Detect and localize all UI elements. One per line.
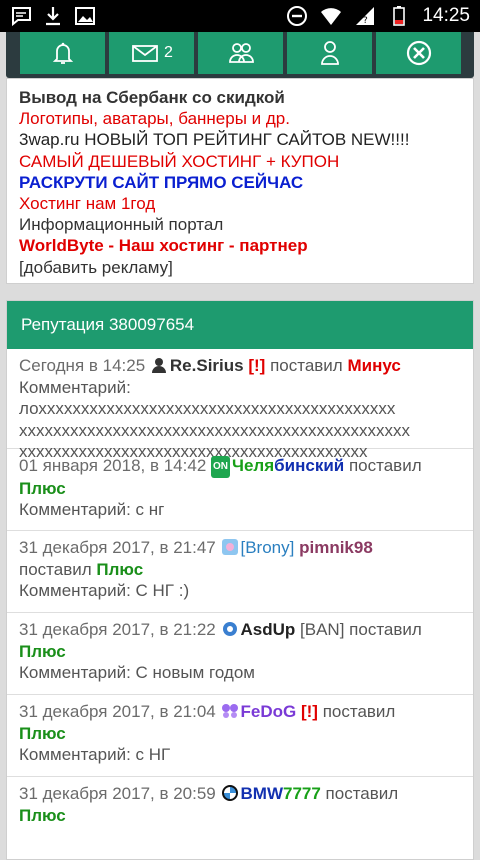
user-link[interactable]: FeDoG	[241, 702, 297, 721]
user-link-part[interactable]: 7777	[283, 784, 321, 803]
pony-avatar-icon	[221, 539, 238, 555]
ad-link[interactable]: РАСКРУТИ САЙТ ПРЯМО СЕЙЧАС	[19, 172, 461, 193]
envelope-icon	[132, 45, 158, 62]
reputation-entry: Сегодня в 14:25 Re.Sirius [!] поставил М…	[7, 349, 473, 461]
comment-text: лохххххххххххххххххххххххххххххххххххххх…	[19, 399, 396, 418]
reputation-entry: 31 декабря 2017, в 21:22 AsdUp [BAN] пос…	[7, 613, 473, 695]
comment-text: Комментарий: С НГ :)	[19, 581, 190, 600]
ad-link[interactable]: WorldByte - Наш хостинг - партнер	[19, 235, 461, 256]
ad-link[interactable]: Логотипы, аватары, баннеры и др.	[19, 108, 461, 129]
user-link-part[interactable]: BMW	[241, 784, 283, 803]
entry-action: поставил	[325, 784, 399, 803]
comment-text: Комментарий: с нг	[19, 500, 165, 519]
message-notification-icon	[12, 7, 31, 27]
flag-badge: [!]	[248, 356, 266, 375]
bell-icon	[52, 42, 73, 64]
entry-date: 31 декабря 2017, в 21:22	[19, 620, 216, 639]
wifi-icon	[321, 8, 342, 25]
reputation-entry: 31 декабря 2017, в 21:04 FeDoG [!] поста…	[7, 695, 473, 777]
reputation-title: Репутация 380097654	[7, 301, 473, 349]
flag-badge: [!]	[300, 702, 318, 721]
user-link-part[interactable]: Челя	[232, 456, 274, 475]
friends-button[interactable]	[198, 32, 283, 74]
ad-link[interactable]: Вывод на Сбербанк со скидкой	[19, 87, 461, 108]
reputation-panel: Репутация 380097654 Сегодня в 14:25 Re.S…	[6, 300, 474, 860]
add-ad-link[interactable]: [добавить рекламу]	[19, 257, 461, 278]
image-notification-icon	[75, 7, 95, 25]
vote-plus: Плюс	[96, 559, 144, 579]
user-link[interactable]: AsdUp	[241, 620, 296, 639]
status-bar: ? 14:25	[0, 0, 480, 32]
comment-text: Комментарий: с НГ	[19, 745, 171, 764]
reputation-entry: 31 декабря 2017, в 21:47 [Brony] pimnik9…	[7, 531, 473, 613]
user-icon	[320, 41, 339, 65]
signal-icon: ?	[356, 7, 375, 26]
notifications-button[interactable]	[20, 32, 105, 74]
comment-label: Комментарий:	[19, 377, 131, 397]
do-not-disturb-icon	[287, 6, 308, 26]
ad-link[interactable]: САМЫЙ ДЕШЕВЫЙ ХОСТИНГ + КУПОН	[19, 151, 461, 172]
battery-icon	[393, 6, 406, 26]
vote-minus: Минус	[347, 356, 401, 375]
entry-date: 01 января 2018, в 14:42	[19, 456, 207, 475]
entry-action: поставил	[322, 702, 396, 721]
profile-button[interactable]	[287, 32, 372, 74]
comment-text: хххххххххххххххххххххххххххххххххххххххх…	[19, 420, 410, 440]
user-link-part[interactable]: бинский	[274, 456, 344, 475]
svg-text:?: ?	[363, 16, 368, 26]
user-avatar-icon	[151, 358, 166, 373]
status-clock: 14:25	[422, 5, 470, 26]
top-action-bar: 2	[6, 32, 474, 78]
entry-date: 31 декабря 2017, в 20:59	[19, 784, 216, 803]
gear-avatar-icon	[222, 622, 237, 636]
entry-action: поставил	[348, 456, 422, 475]
vote-plus: Плюс	[19, 478, 66, 498]
entry-action: поставил	[349, 620, 422, 639]
mail-button[interactable]: 2	[109, 32, 194, 74]
entry-action: поставил	[270, 356, 343, 375]
mail-count: 2	[164, 44, 173, 61]
entry-date: 31 декабря 2017, в 21:47	[19, 538, 216, 557]
entry-date: Сегодня в 14:25	[19, 356, 146, 375]
online-badge: ON	[211, 456, 231, 478]
ad-link[interactable]: Хостинг нам 1год	[19, 193, 461, 214]
reputation-entry: 31 декабря 2017, в 20:59 BMW7777 постави…	[7, 777, 473, 833]
entry-date: 31 декабря 2017, в 21:04	[19, 702, 216, 721]
reputation-entry: 01 января 2018, в 14:42 ON Челябинский по…	[7, 449, 473, 531]
vote-plus: Плюс	[19, 805, 66, 825]
exit-button[interactable]	[376, 32, 461, 74]
close-circle-icon	[406, 40, 431, 66]
vote-plus: Плюс	[19, 641, 66, 661]
bmw-logo-icon	[221, 785, 238, 801]
download-icon	[46, 7, 60, 26]
butterfly-avatar-icon	[221, 704, 238, 718]
ads-block: Вывод на Сбербанк со скидкой Логотипы, а…	[6, 78, 474, 284]
comment-text: Комментарий: С новым годом	[19, 663, 255, 682]
ad-link[interactable]: 3wap.ru НОВЫЙ ТОП РЕЙТИНГ САЙТОВ NEW!!!!	[19, 129, 461, 150]
vote-plus: Плюс	[19, 723, 66, 743]
entry-action: поставил	[19, 559, 92, 579]
users-icon	[228, 43, 254, 63]
user-link[interactable]: pimnik98	[299, 538, 373, 557]
user-tag: [BAN]	[300, 620, 345, 639]
user-tag: [Brony]	[240, 538, 295, 557]
ad-link[interactable]: Информационный портал	[19, 214, 461, 235]
user-link[interactable]: Re.Sirius	[170, 356, 244, 375]
